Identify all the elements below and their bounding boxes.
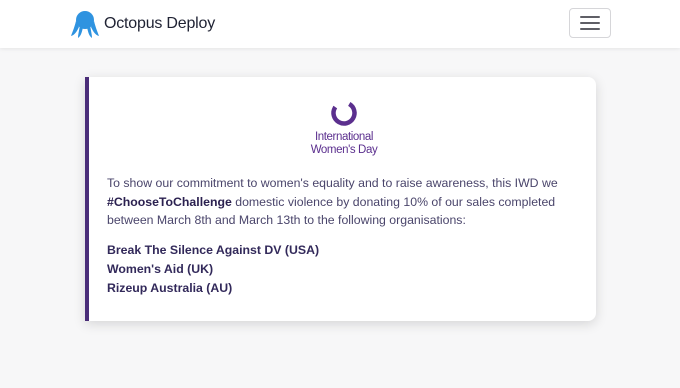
announcement-card: International Women's Day To show our co…	[85, 77, 596, 321]
hashtag: #ChooseToChallenge	[107, 194, 232, 209]
iwd-logo-text: International Women's Day	[304, 131, 384, 157]
organisation-item: Women's Aid (UK)	[107, 262, 214, 276]
iwd-logo-line-2: Women's Day	[310, 144, 378, 156]
organisation-item: Break The Silence Against DV (USA)	[107, 243, 320, 257]
octopus-logo-icon	[70, 9, 100, 39]
menu-toggle-button[interactable]	[569, 8, 611, 38]
brand-link[interactable]: Octopus Deploy	[70, 9, 215, 39]
navbar: Octopus Deploy	[0, 0, 680, 48]
organisation-item: Rizeup Australia (AU)	[107, 281, 233, 295]
intro-text: To show our commitment to women's equali…	[107, 176, 558, 190]
iwd-logo: International Women's Day	[304, 98, 384, 162]
iwd-logo-line-1: International	[314, 131, 374, 143]
brand-name: Octopus Deploy	[104, 15, 216, 32]
organisation-list: Break The Silence Against DV (USA) Women…	[107, 241, 407, 298]
iwd-ring-icon	[331, 100, 357, 126]
announcement-text: To show our commitment to women's equali…	[107, 174, 587, 230]
hamburger-menu-icon	[580, 16, 600, 30]
